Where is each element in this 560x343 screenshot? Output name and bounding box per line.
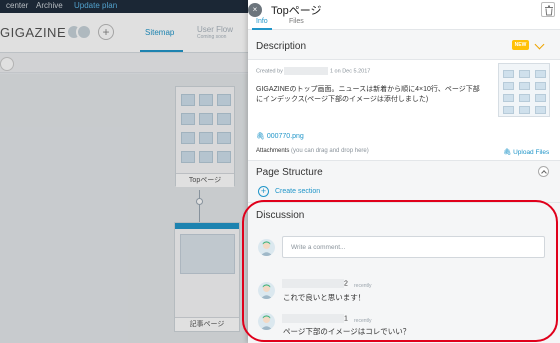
comment-author: 2 (282, 279, 348, 288)
redacted-name (284, 67, 329, 75)
comment-text: これで良いと思います！ (283, 293, 366, 302)
upload-files-label: Upload Files (513, 149, 550, 156)
comment-input[interactable]: Write a comment... (282, 236, 545, 258)
discussion-heading: Discussion (256, 210, 305, 221)
panel-header: × Topページ Info Files (248, 0, 560, 30)
close-icon[interactable]: × (248, 3, 262, 17)
avatar (258, 282, 275, 299)
comment-text: ページ下部のイメージはコレでいい？ (283, 327, 411, 336)
description-heading: Description (256, 41, 307, 52)
tab-active-indicator (252, 28, 272, 30)
chevron-down-icon[interactable] (534, 39, 545, 50)
upload-files-button[interactable]: 🖇 Upload Files (503, 148, 549, 156)
attachment-file-link[interactable]: 🖇 000770.png (256, 132, 304, 140)
redacted-name (282, 314, 344, 323)
trash-icon (545, 5, 553, 16)
page-detail-panel: × Topページ Info Files Description NEW Crea… (248, 0, 560, 343)
page-structure-heading: Page Structure (256, 167, 323, 178)
avatar (258, 313, 275, 330)
created-info: Created by 1 on Dec 5.2017 (256, 67, 370, 75)
delete-button[interactable] (541, 2, 555, 17)
user-icon (260, 284, 273, 299)
attachments-title: Attachments (256, 148, 290, 154)
comment-author: 1 (282, 314, 348, 323)
user-icon (260, 241, 273, 256)
collapse-button[interactable] (538, 166, 549, 177)
create-section-link[interactable]: Create section (275, 188, 320, 195)
paperclip-icon: 🖇 (256, 133, 265, 140)
tab-files[interactable]: Files (289, 18, 304, 25)
comment-author-suffix: 1 (344, 315, 348, 323)
attachment-thumbnail[interactable] (498, 63, 550, 117)
page-title: Topページ (271, 5, 322, 17)
current-user-avatar (258, 239, 275, 256)
modal-overlay[interactable] (0, 0, 248, 343)
create-section-plus-icon[interactable]: + (258, 186, 269, 197)
attachments-label: Attachments (you can drag and drop here) (256, 148, 369, 154)
created-prefix: Created by (256, 68, 283, 75)
comment-author-suffix: 2 (344, 280, 348, 288)
new-badge: NEW (512, 40, 529, 50)
tab-info[interactable]: Info (256, 18, 268, 25)
paperclip-icon: 🖇 (503, 149, 512, 156)
redacted-name (282, 279, 344, 288)
attachment-file-name: 000770.png (266, 133, 304, 140)
description-card: Created by 1 on Dec 5.2017 GIGAZINEのトップ画… (248, 59, 560, 161)
chevron-up-icon (541, 170, 547, 176)
user-icon (260, 315, 273, 330)
attachments-hint: (you can drag and drop here) (291, 148, 369, 154)
created-suffix: 1 on Dec 5.2017 (329, 68, 371, 75)
comment-timestamp: recently (354, 318, 372, 324)
comment-timestamp: recently (354, 283, 372, 289)
description-text[interactable]: GIGAZINEのトップ画面。ニュースは新着から順に4×10行、ページ下部にイン… (256, 85, 480, 105)
